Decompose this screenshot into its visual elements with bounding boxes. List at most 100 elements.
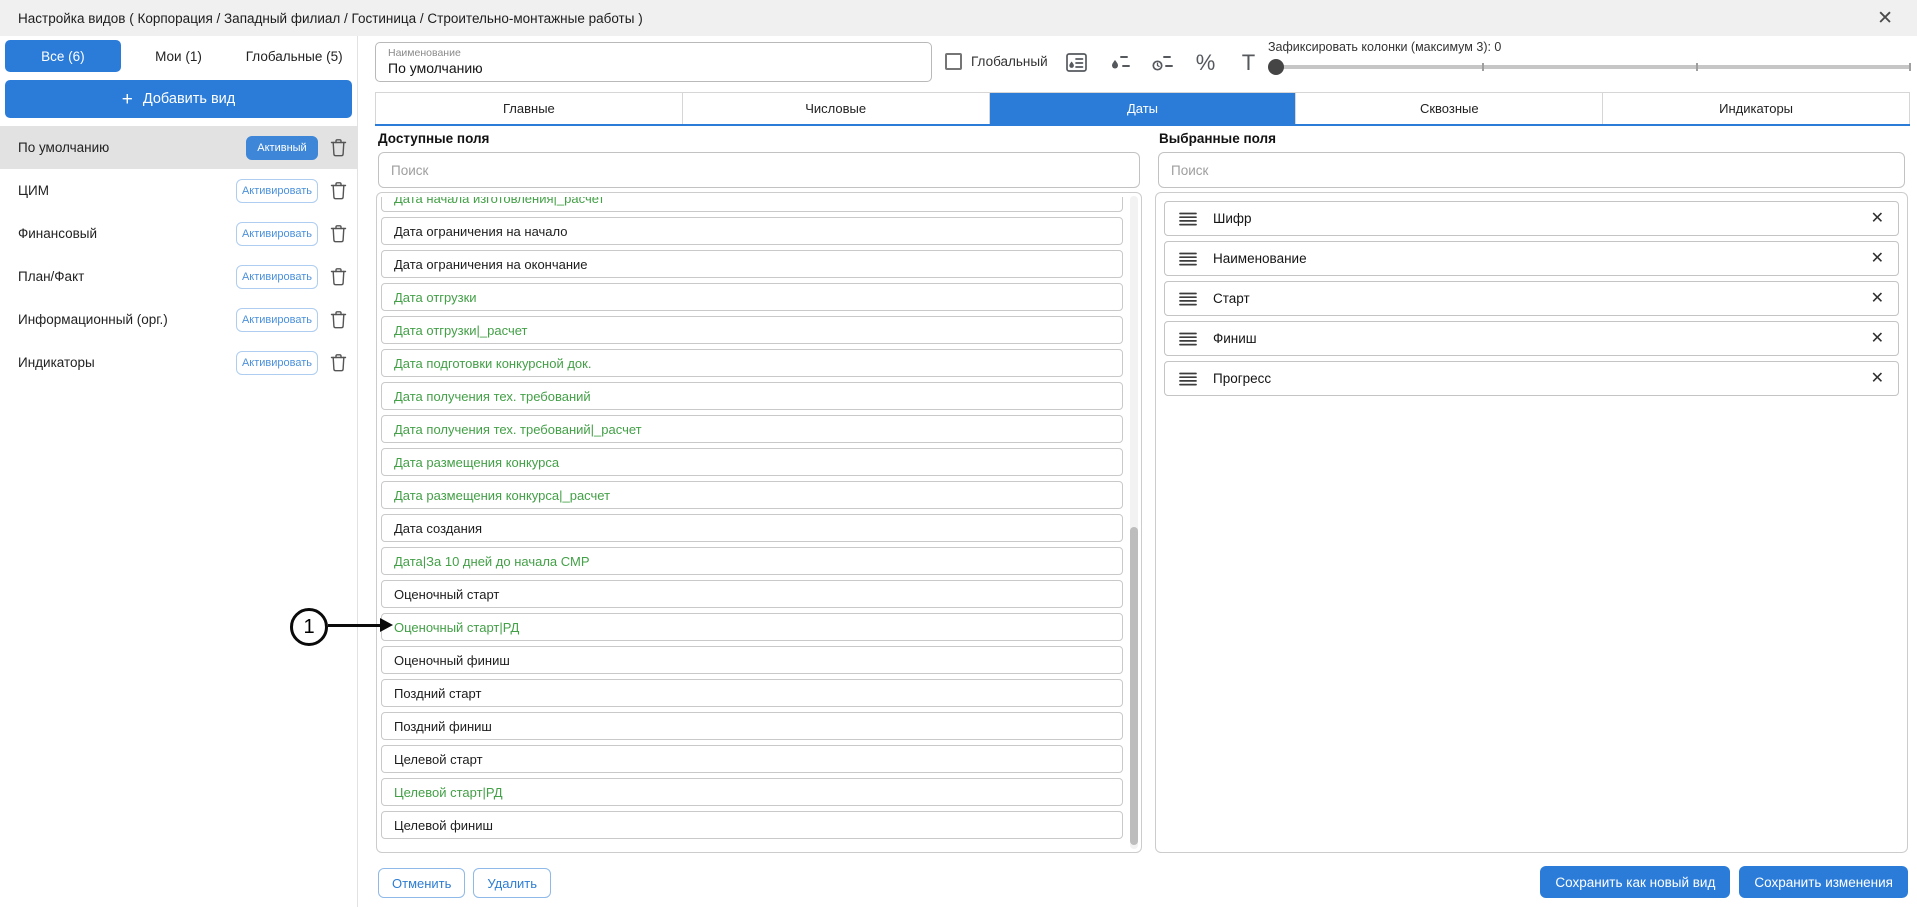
view-row[interactable]: По умолчаниюАктивный [0, 126, 357, 169]
available-field-item[interactable]: Целевой старт [381, 745, 1123, 773]
format-tools: % T [1063, 48, 1262, 78]
view-name-input[interactable]: Наименование По умолчанию [375, 42, 932, 82]
available-field-item[interactable]: Целевой финиш [381, 811, 1123, 839]
available-fields-list: Дата начала изготовления|_расчет Дата огр… [381, 197, 1123, 848]
selected-field-item[interactable]: Старт ✕ [1164, 281, 1899, 316]
view-name-value: По умолчанию [388, 60, 919, 76]
available-field-item[interactable]: Дата отгрузки [381, 283, 1123, 311]
remove-field-icon[interactable]: ✕ [1871, 331, 1884, 347]
view-row[interactable]: ЦИМАктивировать [0, 169, 357, 212]
view-name: Индикаторы [18, 355, 236, 370]
available-field-item[interactable]: Дата размещения конкурса [381, 448, 1123, 476]
category-tab-0[interactable]: Главные [376, 93, 682, 124]
drag-handle-icon[interactable] [1179, 292, 1197, 306]
available-field-item[interactable]: Дата|За 10 дней до начала СМР [381, 547, 1123, 575]
selected-field-item[interactable]: Наименование✕ [1164, 241, 1899, 276]
category-tab-2[interactable]: Даты [989, 93, 1296, 124]
available-field-item[interactable]: Дата получения тех. требований|_расчет [381, 415, 1123, 443]
available-field-item[interactable]: Поздний финиш [381, 712, 1123, 740]
category-tab-4[interactable]: Индикаторы [1602, 93, 1909, 124]
selected-field-label: Старт [1213, 291, 1250, 306]
available-field-item[interactable]: Дата подготовки конкурсной док. [381, 349, 1123, 377]
fix-columns-label: Зафиксировать колонки (максимум 3): 0 [1268, 40, 1911, 54]
available-field-item[interactable]: Дата отгрузки|_расчет [381, 316, 1123, 344]
annotation-circle-1: 1 [290, 608, 328, 646]
available-field-item[interactable]: Поздний старт [381, 679, 1123, 707]
drag-handle-icon[interactable] [1179, 252, 1197, 266]
active-badge: Активный [246, 136, 318, 160]
available-field-item[interactable]: Дата начала изготовления|_расчет [381, 197, 1123, 212]
selected-field-item[interactable]: Прогресс✕ [1164, 361, 1899, 396]
add-view-label: Добавить вид [143, 91, 235, 107]
category-tab-3[interactable]: Сквозные [1295, 93, 1602, 124]
drag-handle-icon[interactable] [1179, 212, 1197, 226]
fix-columns-control: Зафиксировать колонки (максимум 3): 0 [1268, 40, 1911, 69]
sidebar-tab-0[interactable]: Все (6) [5, 40, 121, 72]
activate-button[interactable]: Активировать [236, 308, 318, 332]
global-checkbox-label: Глобальный [971, 54, 1048, 69]
global-checkbox[interactable] [945, 53, 962, 70]
scrollbar-thumb[interactable] [1130, 527, 1138, 845]
delete-button[interactable]: Удалить [473, 868, 551, 898]
available-field-item[interactable]: Дата ограничения на окончание [381, 250, 1123, 278]
view-name: Информационный (орг.) [18, 312, 236, 327]
category-tabs-underline [375, 124, 1910, 126]
drag-handle-icon[interactable] [1179, 372, 1197, 386]
available-field-item[interactable]: Оценочный старт|РД [381, 613, 1123, 641]
remove-field-icon[interactable]: ✕ [1871, 251, 1884, 267]
selected-field-label: Шифр [1213, 211, 1252, 226]
available-field-item[interactable]: Целевой старт|РД [381, 778, 1123, 806]
available-field-item[interactable]: Дата размещения конкурса|_расчет [381, 481, 1123, 509]
text-format-icon[interactable]: T [1235, 48, 1262, 78]
trash-icon[interactable] [330, 310, 347, 329]
percent-icon[interactable]: % [1192, 48, 1219, 78]
remove-field-icon[interactable]: ✕ [1871, 371, 1884, 387]
sidebar-tab-2[interactable]: Глобальные (5) [236, 40, 352, 72]
available-search-input[interactable] [378, 152, 1140, 188]
selected-fields-panel: Шифр✕Наименование✕Старт✕Финиш✕Прогресс✕ [1155, 192, 1908, 853]
trash-icon[interactable] [330, 224, 347, 243]
time-condition-icon[interactable] [1149, 48, 1176, 78]
selected-field-item[interactable]: Финиш✕ [1164, 321, 1899, 356]
view-row[interactable]: План/ФактАктивировать [0, 255, 357, 298]
category-tab-1[interactable]: Числовые [682, 93, 989, 124]
view-row[interactable]: ИндикаторыАктивировать [0, 341, 357, 384]
selected-field-item[interactable]: Шифр ✕ [1164, 201, 1899, 236]
annotation-arrow-line [328, 624, 382, 627]
selected-search-input[interactable] [1158, 152, 1905, 188]
titlebar: Настройка видов ( Корпорация / Западный … [0, 0, 1917, 36]
remove-field-icon[interactable]: ✕ [1871, 211, 1884, 227]
view-name: Финансовый [18, 226, 236, 241]
dialog-title: Настройка видов ( Корпорация / Западный … [18, 11, 643, 26]
activate-button[interactable]: Активировать [236, 222, 318, 246]
activate-button[interactable]: Активировать [236, 351, 318, 375]
save-as-new-button[interactable]: Сохранить как новый вид [1540, 866, 1730, 898]
slider-thumb[interactable] [1268, 59, 1284, 75]
save-changes-button[interactable]: Сохранить изменения [1739, 866, 1908, 898]
row-fill-rules-icon[interactable] [1063, 48, 1090, 78]
global-checkbox-row: Глобальный [945, 53, 1048, 70]
available-field-item[interactable]: Дата ограничения на начало [381, 217, 1123, 245]
view-row[interactable]: Информационный (орг.)Активировать [0, 298, 357, 341]
sidebar-tab-1[interactable]: Мои (1) [121, 40, 237, 72]
fix-columns-slider[interactable] [1268, 65, 1911, 69]
activate-button[interactable]: Активировать [236, 265, 318, 289]
drag-handle-icon[interactable] [1179, 332, 1197, 346]
trash-icon[interactable] [330, 138, 347, 157]
close-icon[interactable]: ✕ [1877, 9, 1893, 28]
trash-icon[interactable] [330, 181, 347, 200]
trash-icon[interactable] [330, 267, 347, 286]
available-field-item[interactable]: Оценочный старт [381, 580, 1123, 608]
view-row[interactable]: ФинансовыйАктивировать [0, 212, 357, 255]
view-name: ЦИМ [18, 183, 236, 198]
add-view-button[interactable]: + Добавить вид [5, 80, 352, 118]
available-field-item[interactable]: Оценочный финиш [381, 646, 1123, 674]
trash-icon[interactable] [330, 353, 347, 372]
available-field-item[interactable]: Дата получения тех. требований [381, 382, 1123, 410]
remove-field-icon[interactable]: ✕ [1871, 291, 1884, 307]
available-field-item[interactable]: Дата создания [381, 514, 1123, 542]
fill-condition-icon[interactable] [1106, 48, 1133, 78]
cancel-button[interactable]: Отменить [378, 868, 465, 898]
activate-button[interactable]: Активировать [236, 179, 318, 203]
available-fields-panel: Дата начала изготовления|_расчет Дата огр… [376, 192, 1142, 853]
